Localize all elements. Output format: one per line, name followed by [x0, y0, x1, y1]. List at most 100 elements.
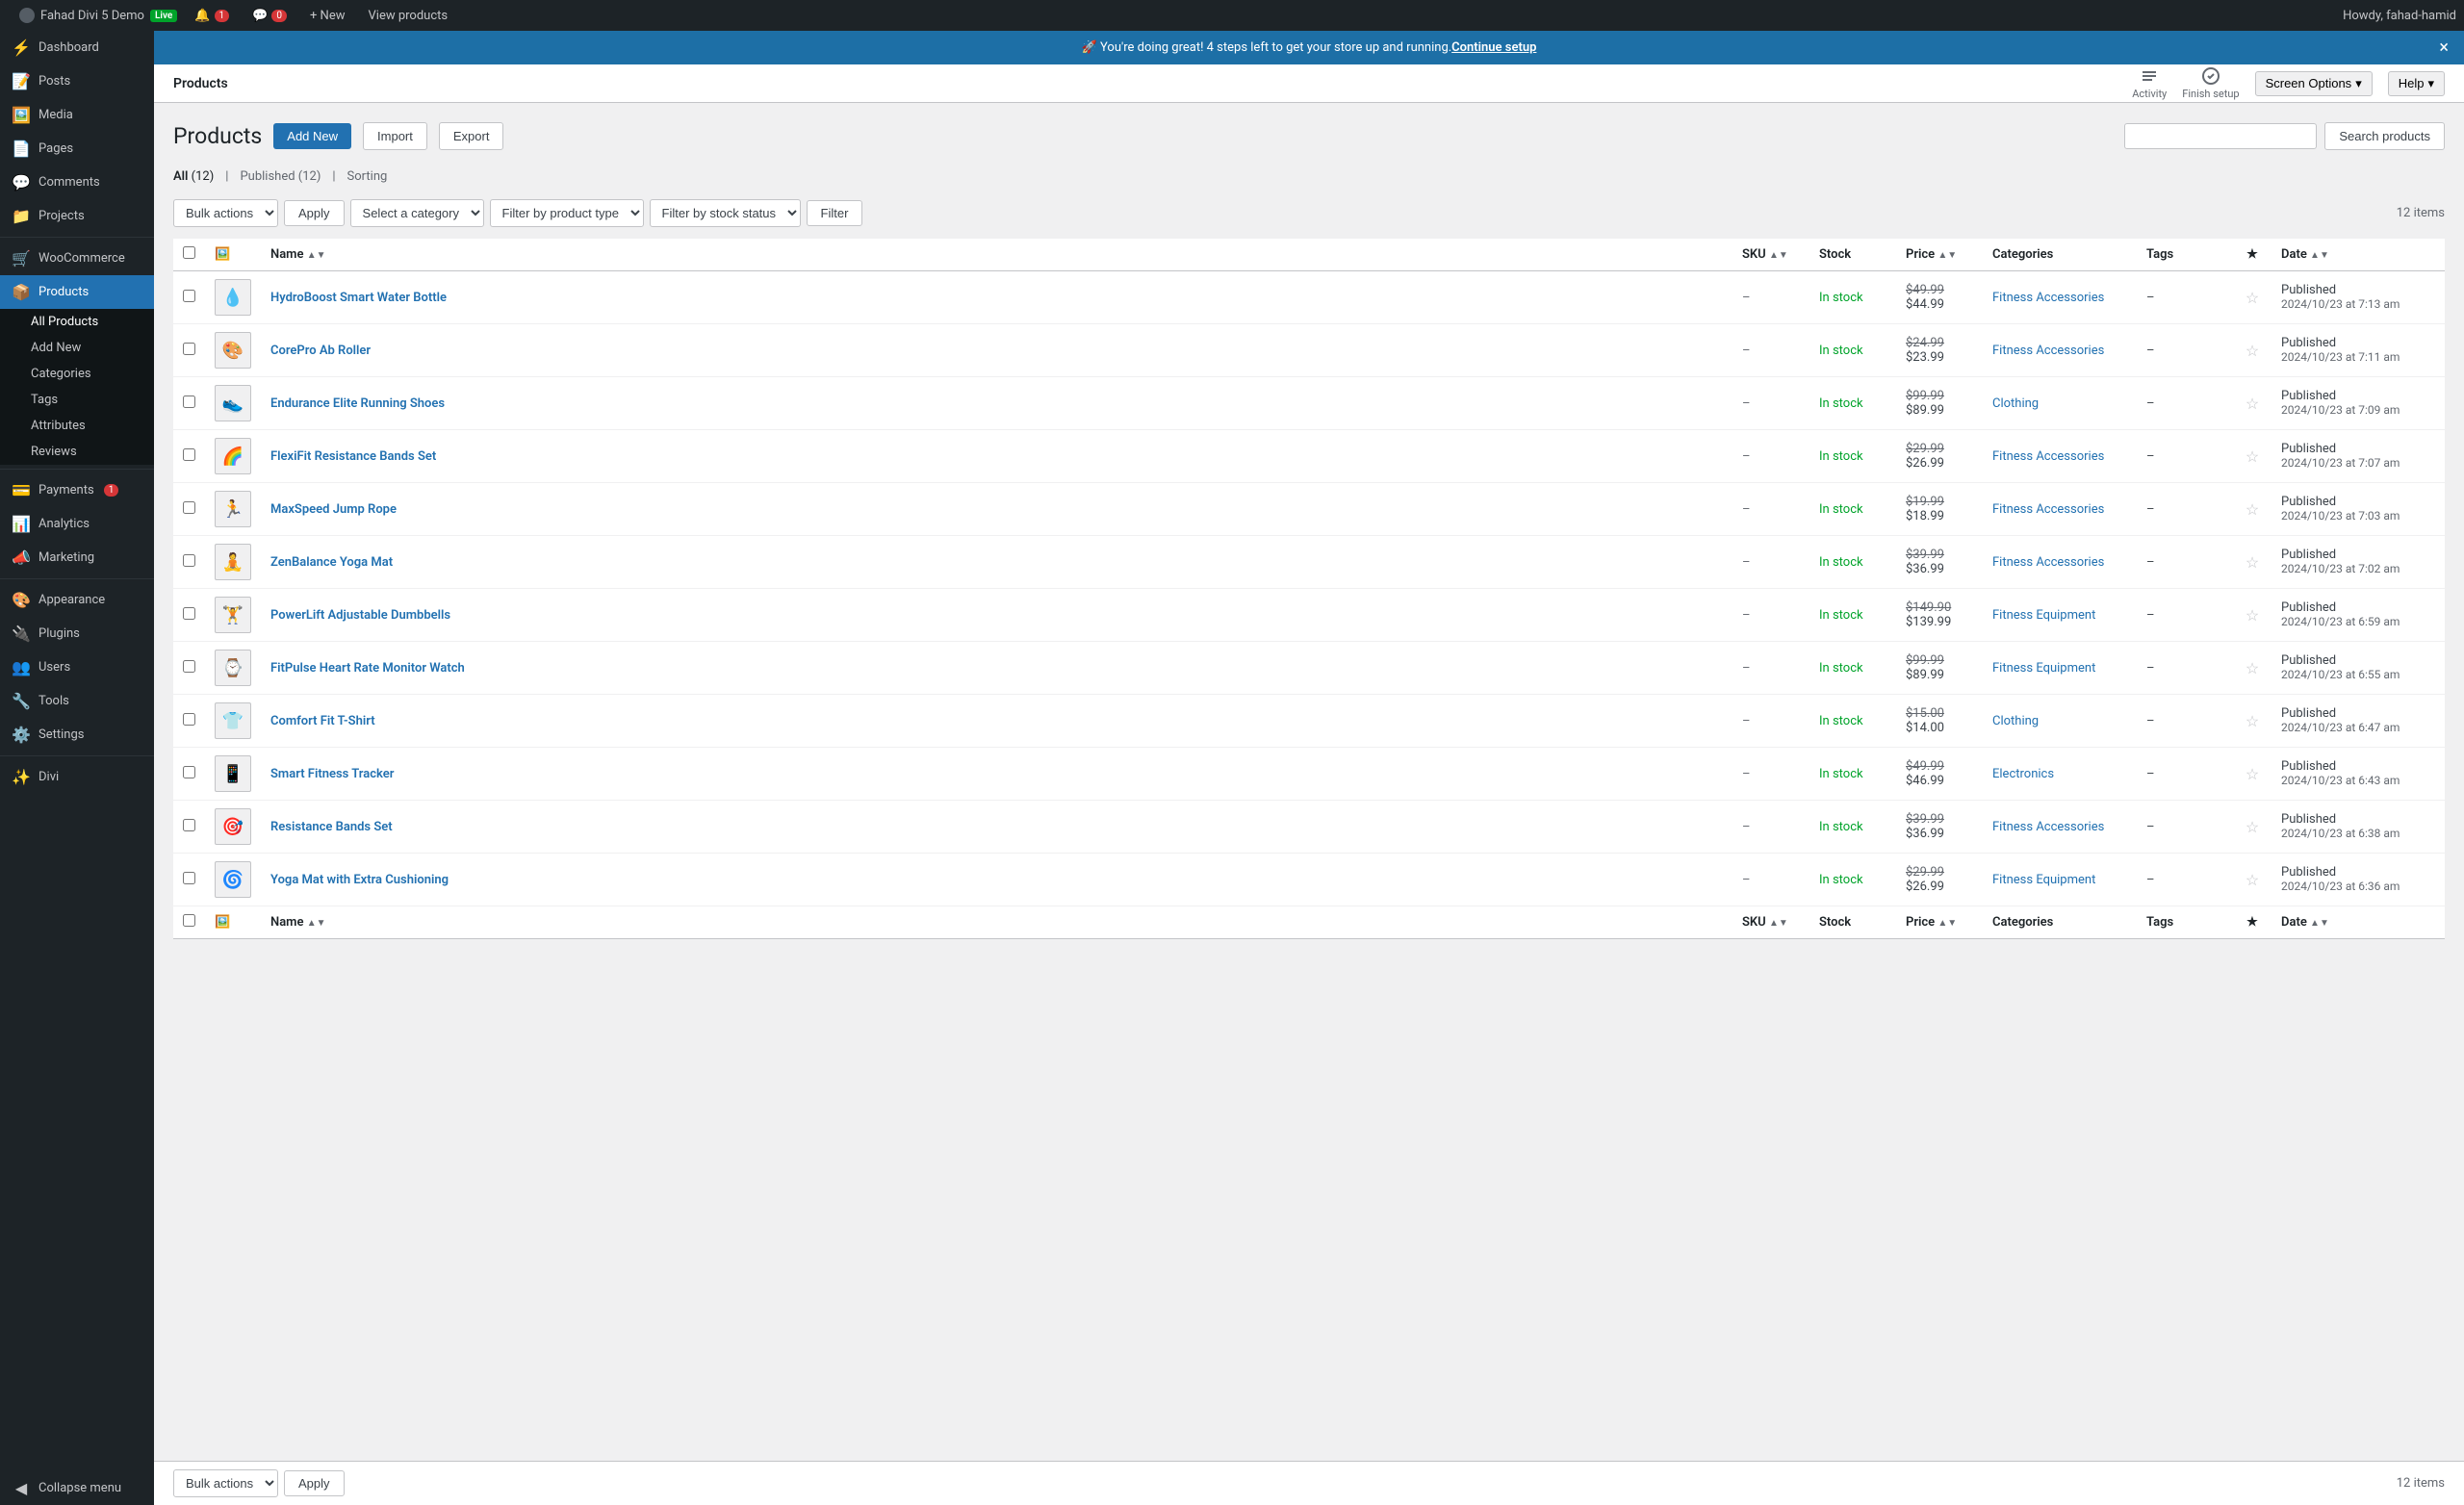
product-link-10[interactable]: Resistance Bands Set [270, 820, 393, 834]
sidebar-subitem-categories[interactable]: Categories [0, 361, 154, 387]
featured-star-2[interactable]: ☆ [2246, 395, 2259, 413]
category-link-1[interactable]: Fitness Accessories [1992, 344, 2104, 358]
sidebar-item-dashboard[interactable]: ⚡ Dashboard [0, 31, 154, 64]
sidebar-item-users[interactable]: 👥 Users [0, 650, 154, 684]
sidebar-item-analytics[interactable]: 📊 Analytics [0, 507, 154, 541]
sidebar-item-appearance[interactable]: 🎨 Appearance [0, 583, 154, 617]
featured-star-11[interactable]: ☆ [2246, 871, 2259, 889]
stock-status-select[interactable]: Filter by stock status [650, 199, 801, 227]
help-button[interactable]: Help ▾ [2388, 71, 2445, 96]
sidebar-subitem-add-new[interactable]: Add New [0, 335, 154, 361]
row-checkbox-2[interactable] [183, 395, 195, 408]
adminbar-site[interactable]: Fahad Divi 5 Demo Live [19, 8, 177, 23]
category-link-5[interactable]: Fitness Accessories [1992, 555, 2104, 570]
row-checkbox-1[interactable] [183, 343, 195, 355]
row-checkbox-7[interactable] [183, 660, 195, 673]
product-link-9[interactable]: Smart Fitness Tracker [270, 767, 394, 781]
featured-star-1[interactable]: ☆ [2246, 342, 2259, 360]
bottom-bulk-actions-select[interactable]: Bulk actions [173, 1469, 278, 1497]
category-select[interactable]: Select a category [350, 199, 484, 227]
name-sort-footer-link[interactable]: Name ▲▼ [270, 915, 326, 930]
sidebar-subitem-attributes[interactable]: Attributes [0, 413, 154, 439]
featured-star-9[interactable]: ☆ [2246, 765, 2259, 783]
price-sort-footer-link[interactable]: Price ▲▼ [1906, 915, 1957, 930]
sidebar-item-plugins[interactable]: 🔌 Plugins [0, 617, 154, 650]
sidebar-item-payments[interactable]: 💳 Payments 1 [0, 473, 154, 507]
product-link-11[interactable]: Yoga Mat with Extra Cushioning [270, 873, 449, 887]
name-sort-link[interactable]: Name ▲▼ [270, 247, 326, 262]
sidebar-item-marketing[interactable]: 📣 Marketing [0, 541, 154, 574]
featured-star-10[interactable]: ☆ [2246, 818, 2259, 836]
adminbar-comments[interactable]: 💬 0 [246, 0, 293, 31]
bulk-actions-select[interactable]: Bulk actions [173, 199, 278, 227]
product-link-2[interactable]: Endurance Elite Running Shoes [270, 396, 445, 411]
featured-star-6[interactable]: ☆ [2246, 606, 2259, 625]
product-link-8[interactable]: Comfort Fit T-Shirt [270, 714, 375, 728]
sidebar-subitem-reviews[interactable]: Reviews [0, 439, 154, 465]
row-checkbox-10[interactable] [183, 819, 195, 831]
category-link-0[interactable]: Fitness Accessories [1992, 291, 2104, 305]
adminbar-notifications[interactable]: 🔔 1 [189, 0, 235, 31]
add-new-button[interactable]: Add New [273, 123, 351, 149]
product-type-select[interactable]: Filter by product type [490, 199, 644, 227]
product-link-1[interactable]: CorePro Ab Roller [270, 344, 371, 358]
date-sort-footer-link[interactable]: Date ▲▼ [2281, 915, 2329, 930]
col-header-date[interactable]: Date ▲▼ [2272, 239, 2445, 271]
category-link-11[interactable]: Fitness Equipment [1992, 873, 2095, 887]
export-button[interactable]: Export [439, 122, 504, 150]
search-products-button[interactable]: Search products [2324, 122, 2445, 150]
date-sort-link[interactable]: Date ▲▼ [2281, 247, 2329, 262]
sidebar-item-pages[interactable]: 📄 Pages [0, 132, 154, 166]
sidebar-subitem-all-products[interactable]: All Products [0, 309, 154, 335]
product-link-3[interactable]: FlexiFit Resistance Bands Set [270, 449, 436, 464]
col-header-sku[interactable]: SKU ▲▼ [1732, 239, 1810, 271]
sidebar-item-media[interactable]: 🖼️ Media [0, 98, 154, 132]
sidebar-subitem-tags[interactable]: Tags [0, 387, 154, 413]
col-header-price[interactable]: Price ▲▼ [1896, 239, 1983, 271]
continue-setup-link[interactable]: Continue setup [1451, 40, 1536, 55]
category-link-9[interactable]: Electronics [1992, 767, 2054, 781]
featured-star-7[interactable]: ☆ [2246, 659, 2259, 677]
tab-all[interactable]: All (12) [173, 166, 214, 188]
featured-star-0[interactable]: ☆ [2246, 289, 2259, 307]
banner-close-button[interactable]: × [2439, 39, 2449, 57]
row-checkbox-4[interactable] [183, 501, 195, 514]
row-checkbox-3[interactable] [183, 448, 195, 461]
col-footer-price[interactable]: Price ▲▼ [1896, 906, 1983, 939]
sidebar-item-divi[interactable]: ✨ Divi [0, 760, 154, 794]
activity-action[interactable]: Activity [2132, 66, 2167, 100]
sidebar-item-woocommerce[interactable]: 🛒 WooCommerce [0, 242, 154, 275]
filter-button[interactable]: Filter [807, 200, 863, 226]
row-checkbox-0[interactable] [183, 290, 195, 302]
bottom-apply-button[interactable]: Apply [284, 1470, 345, 1496]
screen-options-button[interactable]: Screen Options ▾ [2255, 71, 2373, 96]
search-input[interactable] [2124, 123, 2317, 149]
row-checkbox-11[interactable] [183, 872, 195, 884]
category-link-10[interactable]: Fitness Accessories [1992, 820, 2104, 834]
row-checkbox-8[interactable] [183, 713, 195, 726]
adminbar-view-products[interactable]: View products [363, 0, 454, 31]
col-header-name[interactable]: Name ▲▼ [261, 239, 1732, 271]
category-link-4[interactable]: Fitness Accessories [1992, 502, 2104, 517]
tab-sorting[interactable]: Sorting [347, 166, 388, 188]
category-link-7[interactable]: Fitness Equipment [1992, 661, 2095, 676]
product-link-4[interactable]: MaxSpeed Jump Rope [270, 502, 397, 517]
featured-star-4[interactable]: ☆ [2246, 500, 2259, 519]
featured-star-3[interactable]: ☆ [2246, 447, 2259, 466]
sidebar-item-products[interactable]: 📦 Products [0, 275, 154, 309]
featured-star-8[interactable]: ☆ [2246, 712, 2259, 730]
col-footer-sku[interactable]: SKU ▲▼ [1732, 906, 1810, 939]
price-sort-link[interactable]: Price ▲▼ [1906, 247, 1957, 262]
col-footer-name[interactable]: Name ▲▼ [261, 906, 1732, 939]
sidebar-item-settings[interactable]: ⚙️ Settings [0, 718, 154, 752]
category-link-3[interactable]: Fitness Accessories [1992, 449, 2104, 464]
finish-setup-action[interactable]: Finish setup [2182, 66, 2239, 100]
category-link-2[interactable]: Clothing [1992, 396, 2039, 411]
select-all-checkbox[interactable] [183, 246, 195, 259]
row-checkbox-5[interactable] [183, 554, 195, 567]
sku-sort-footer-link[interactable]: SKU ▲▼ [1742, 915, 1788, 930]
adminbar-new[interactable]: + New [304, 0, 351, 31]
sidebar-item-posts[interactable]: 📝 Posts [0, 64, 154, 98]
row-checkbox-9[interactable] [183, 766, 195, 778]
row-checkbox-6[interactable] [183, 607, 195, 620]
